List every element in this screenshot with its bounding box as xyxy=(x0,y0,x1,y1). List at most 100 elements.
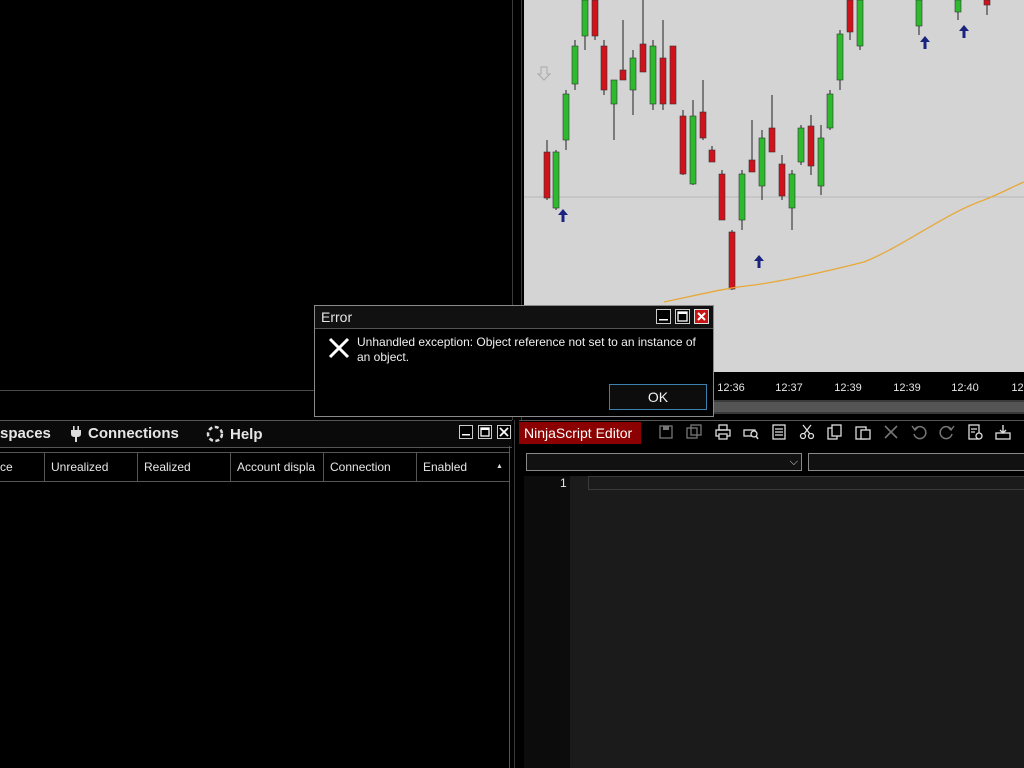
column-header-enabled[interactable]: Enabled ▲ xyxy=(417,453,510,481)
accounts-grid-header: ce Unrealized Realized Account displa Co… xyxy=(0,452,510,482)
buy-signal-arrow-icon xyxy=(558,209,568,222)
candle-body xyxy=(836,33,844,81)
column-header-enabled-label: Enabled xyxy=(423,460,468,474)
close-icon xyxy=(499,427,509,437)
candle-body xyxy=(778,163,786,197)
candle-body xyxy=(591,0,599,37)
ok-button[interactable]: OK xyxy=(609,384,707,410)
panel-border xyxy=(509,446,510,768)
download-icon[interactable] xyxy=(993,424,1013,444)
moving-average-line xyxy=(663,181,1024,303)
candle-body xyxy=(610,79,618,105)
compile-icon[interactable] xyxy=(965,424,985,444)
menu-connections[interactable]: Connections xyxy=(70,425,179,442)
candle-body xyxy=(562,93,570,141)
time-tick-label: 12:39 xyxy=(893,382,921,394)
undo-icon[interactable] xyxy=(909,424,929,444)
candle-body xyxy=(581,0,589,37)
paste-icon[interactable] xyxy=(853,424,873,444)
candle-body xyxy=(748,159,756,173)
column-header-connection[interactable]: Connection xyxy=(324,453,417,481)
time-tick-label: 12:40 xyxy=(951,382,979,394)
candle-body xyxy=(768,127,776,153)
candle-body xyxy=(954,0,962,13)
candle-body xyxy=(571,45,579,85)
candle-body xyxy=(788,173,796,209)
candle-body xyxy=(846,0,854,33)
copy-icon[interactable] xyxy=(825,424,845,444)
menu-help[interactable]: Help xyxy=(206,425,263,443)
maximize-button[interactable] xyxy=(478,425,492,439)
column-header-account-display-name[interactable]: Account displa xyxy=(231,453,324,481)
buy-signal-arrow-icon xyxy=(920,36,930,49)
candle-body xyxy=(699,111,707,139)
candle-body xyxy=(669,45,677,105)
member-dropdown[interactable] xyxy=(808,453,1024,471)
sort-ascending-icon: ▲ xyxy=(496,463,503,470)
line-number: 1 xyxy=(560,476,567,490)
editor-left-border xyxy=(514,420,515,768)
time-tick-label: 12: xyxy=(1011,382,1024,394)
plug-icon xyxy=(71,425,81,442)
candle-body xyxy=(649,45,657,105)
candle-body xyxy=(639,43,647,73)
column-header-unrealized[interactable]: Unrealized xyxy=(45,453,138,481)
print-icon[interactable] xyxy=(713,424,733,444)
menu-connections-label: Connections xyxy=(88,425,179,442)
page-setup-icon[interactable] xyxy=(769,424,789,444)
column-header-balance[interactable]: ce xyxy=(0,453,45,481)
column-header-realized[interactable]: Realized xyxy=(138,453,231,481)
candle-body xyxy=(728,231,736,290)
candle-body xyxy=(807,125,815,167)
candle-body xyxy=(708,149,716,163)
print-preview-icon[interactable] xyxy=(741,424,761,444)
menu-help-label: Help xyxy=(230,425,263,443)
minimize-icon xyxy=(462,434,470,436)
error-x-icon xyxy=(328,337,350,359)
dialog-minimize-button[interactable] xyxy=(656,309,671,324)
candle-body xyxy=(758,137,766,187)
menu-workspaces-label: spaces xyxy=(0,425,51,442)
candle-body xyxy=(718,173,726,221)
candle-body xyxy=(679,115,687,175)
candle-body xyxy=(689,115,697,185)
close-icon xyxy=(697,312,706,321)
close-button[interactable] xyxy=(497,425,511,439)
candle-body xyxy=(915,0,923,27)
editor-navigation-bar: ⌵ xyxy=(524,450,1024,476)
candle-body xyxy=(826,93,834,129)
candle-body xyxy=(659,57,667,105)
code-editor-area[interactable] xyxy=(570,476,1024,768)
dialog-close-button[interactable] xyxy=(694,309,709,324)
time-tick-label: 12:37 xyxy=(775,382,803,394)
buy-signal-arrow-icon xyxy=(959,25,969,38)
redo-icon[interactable] xyxy=(937,424,957,444)
candle-body xyxy=(738,173,746,221)
scrollbar-thumb[interactable] xyxy=(704,402,1024,412)
time-tick-label: 12:36 xyxy=(717,382,745,394)
candle-body xyxy=(600,45,608,91)
chevron-down-icon: ⌵ xyxy=(789,456,798,468)
candle-body xyxy=(543,151,551,199)
candle-body xyxy=(983,0,991,6)
cut-icon[interactable] xyxy=(797,424,817,444)
candle-body xyxy=(629,57,637,91)
save-all-icon[interactable] xyxy=(684,424,704,444)
menu-workspaces[interactable]: spaces xyxy=(0,425,51,442)
candle-body xyxy=(817,137,825,187)
dialog-titlebar[interactable]: Error xyxy=(315,306,713,329)
type-dropdown[interactable]: ⌵ xyxy=(526,453,802,471)
dialog-title: Error xyxy=(321,309,353,325)
minimize-icon xyxy=(659,319,668,321)
save-icon[interactable] xyxy=(656,424,676,444)
editor-toolbar xyxy=(650,422,1024,444)
minimize-button[interactable] xyxy=(459,425,473,439)
hollow-down-arrow-icon xyxy=(536,66,552,81)
buy-signal-arrow-icon xyxy=(754,255,764,268)
maximize-icon xyxy=(480,427,490,437)
error-message: Unhandled exception: Object reference no… xyxy=(357,335,696,364)
candle-body xyxy=(856,0,864,47)
control-center-menu-bar: spaces Connections Help xyxy=(0,420,512,448)
delete-icon[interactable] xyxy=(881,424,901,444)
dialog-maximize-button[interactable] xyxy=(675,309,690,324)
